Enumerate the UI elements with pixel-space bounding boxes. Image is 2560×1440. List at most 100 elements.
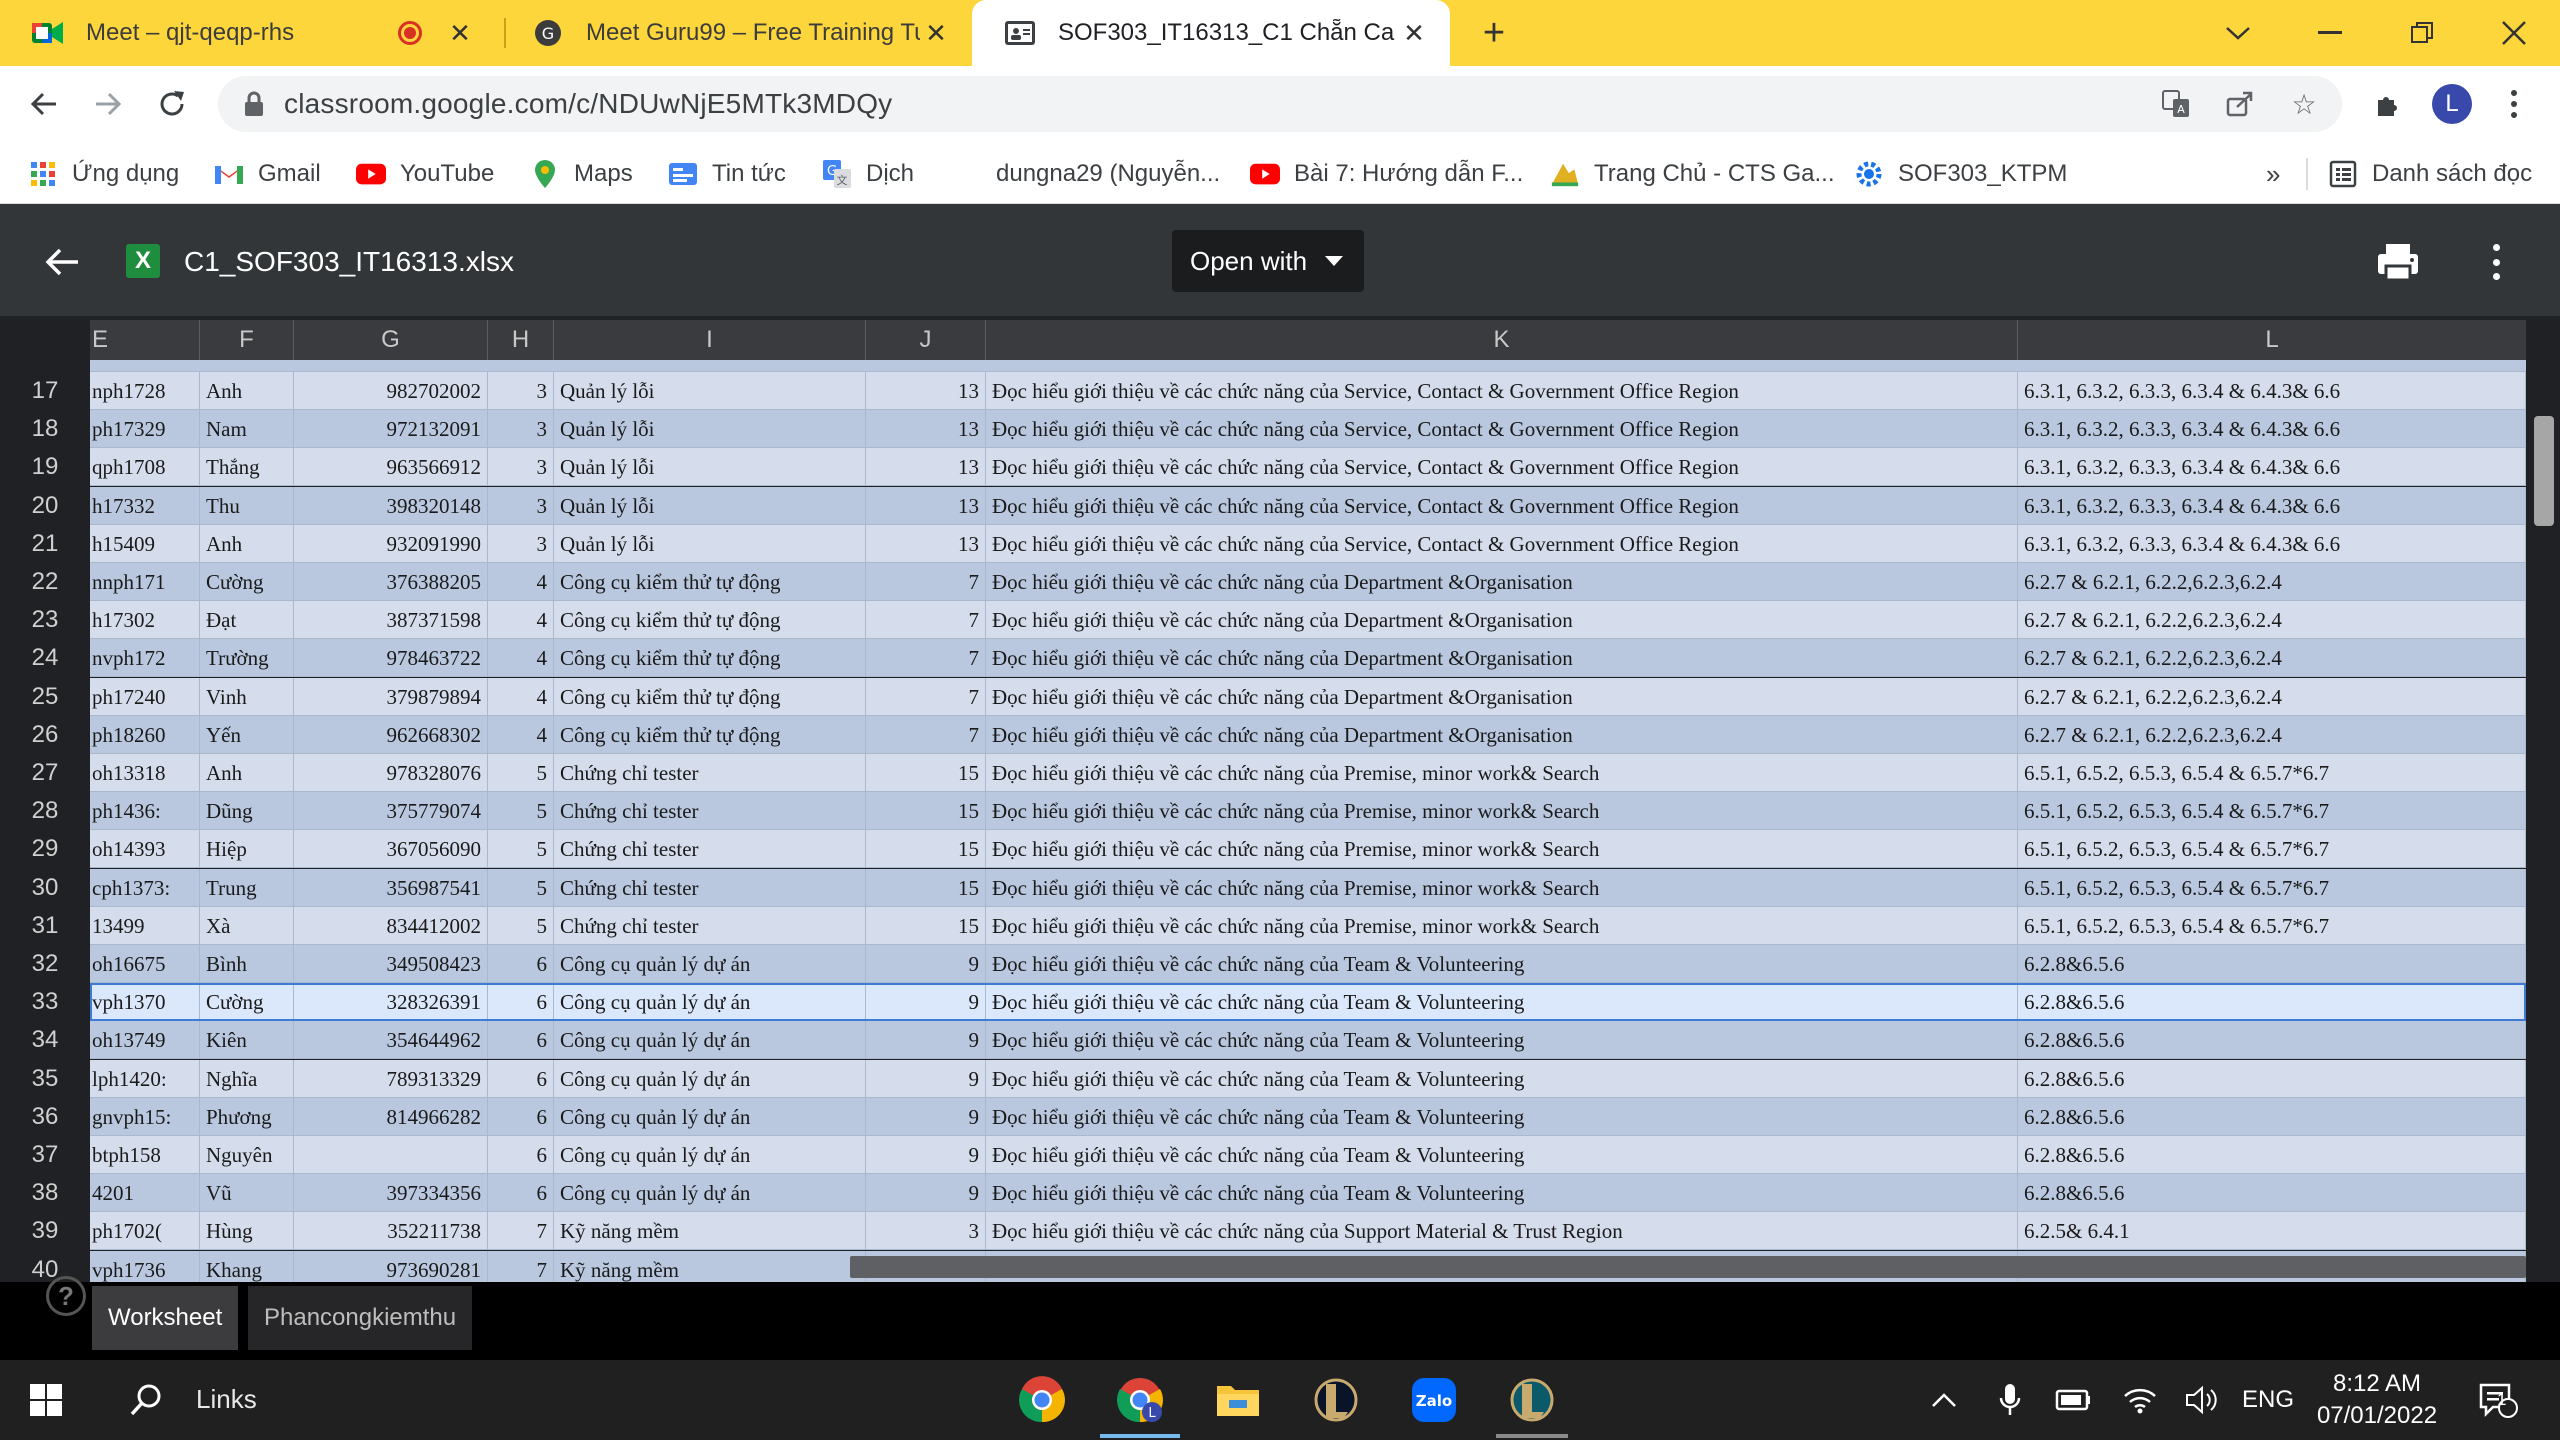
cell-j[interactable]: 3 — [866, 1212, 986, 1250]
bookmarks-overflow-button[interactable]: » — [2266, 154, 2280, 194]
cell-j[interactable]: 7 — [866, 715, 986, 753]
cell-l[interactable]: 6.2.7 & 6.2.1, 6.2.2,6.2.3,6.2.4 — [2018, 715, 2526, 753]
input-language[interactable]: ENG — [2240, 1380, 2296, 1420]
cell-l[interactable]: 6.2.8&6.5.6 — [2018, 1136, 2526, 1173]
cell-j[interactable]: 13 — [866, 486, 986, 524]
cell-i[interactable]: Công cụ quản lý dự án — [554, 1136, 866, 1173]
cell-g[interactable]: 375779074 — [294, 792, 488, 830]
cell-k[interactable]: Đọc hiểu giới thiệu về các chức năng của… — [986, 639, 2018, 677]
cell-i[interactable]: Công cụ kiểm thử tự động — [554, 563, 866, 600]
column-header-i[interactable]: I — [554, 320, 866, 360]
row-number[interactable]: 33 — [0, 983, 90, 1021]
cell-i[interactable]: Công cụ quản lý dự án — [554, 1097, 866, 1135]
cell-k[interactable]: Đọc hiểu giới thiệu về các chức năng của… — [986, 372, 2018, 409]
cell-g[interactable]: 834412002 — [294, 906, 488, 944]
cell-j[interactable]: 15 — [866, 754, 986, 791]
cell-f[interactable]: Hùng — [200, 1212, 294, 1250]
cell-i[interactable]: Công cụ kiểm thử tự động — [554, 601, 866, 639]
row-number[interactable]: 30 — [0, 869, 90, 907]
cell-e[interactable]: nvph172 — [90, 639, 200, 677]
help-icon[interactable]: ? — [46, 1276, 86, 1316]
cell-f[interactable]: Thu — [200, 486, 294, 524]
cell-h[interactable]: 7 — [488, 1250, 554, 1282]
cell-j[interactable]: 7 — [866, 563, 986, 600]
column-header-k[interactable]: K — [986, 320, 2018, 360]
sheet-tab-worksheet[interactable]: Worksheet — [92, 1286, 239, 1350]
cell-i[interactable]: Công cụ quản lý dự án — [554, 1174, 866, 1212]
bookmark-sof303[interactable]: SOF303_KTPM — [1854, 154, 2067, 194]
row-number[interactable]: 32 — [0, 945, 90, 983]
cell-e[interactable]: h17332 — [90, 486, 200, 524]
cell-i[interactable]: Công cụ quản lý dự án — [554, 1059, 866, 1097]
cell-i[interactable]: Công cụ kiểm thử tự động — [554, 639, 866, 677]
cell-j[interactable]: 9 — [866, 1021, 986, 1059]
reading-list-button[interactable]: Danh sách đọc — [2328, 154, 2532, 194]
cell-h[interactable]: 4 — [488, 715, 554, 753]
column-header-f[interactable]: F — [200, 320, 294, 360]
cell-g[interactable]: 354644962 — [294, 1021, 488, 1059]
tab-guru99[interactable]: G Meet Guru99 – Free Training Tuto ✕ — [500, 0, 972, 66]
volume-icon[interactable] — [2180, 1380, 2224, 1420]
bookmark-apps[interactable]: Ứng dụng — [28, 154, 179, 194]
cell-g[interactable]: 973690281 — [294, 1250, 488, 1282]
cell-h[interactable]: 7 — [488, 1212, 554, 1250]
cell-l[interactable]: 6.2.8&6.5.6 — [2018, 1174, 2526, 1212]
table-row[interactable]: lph1420: Nghĩa 789313329 6 Công cụ quản lý d… — [90, 1059, 2526, 1098]
cell-l[interactable]: 6.3.1, 6.3.2, 6.3.3, 6.3.4 & 6.4.3& 6.6 — [2018, 486, 2526, 524]
cell-k[interactable]: Đọc hiểu giới thiệu về các chức năng của… — [986, 448, 2018, 486]
profile-avatar[interactable]: L — [2432, 84, 2472, 124]
cell-k[interactable]: Đọc hiểu giới thiệu về các chức năng của… — [986, 1136, 2018, 1173]
row-number[interactable]: 37 — [0, 1136, 90, 1174]
cell-f[interactable]: Hiệp — [200, 830, 294, 868]
cell-h[interactable]: 5 — [488, 792, 554, 830]
cell-h[interactable]: 6 — [488, 1021, 554, 1059]
row-number[interactable]: 24 — [0, 639, 90, 677]
row-number[interactable]: 17 — [0, 372, 90, 410]
row-number[interactable]: 22 — [0, 563, 90, 601]
row-number[interactable]: 27 — [0, 754, 90, 792]
bookmark-gmail[interactable]: Gmail — [214, 154, 321, 194]
cell-f[interactable]: Anh — [200, 524, 294, 562]
row-number[interactable]: 28 — [0, 792, 90, 830]
cell-h[interactable]: 4 — [488, 639, 554, 677]
cell-j[interactable]: 13 — [866, 372, 986, 409]
restore-icon[interactable] — [2392, 8, 2452, 58]
cell-k[interactable]: Đọc hiểu giới thiệu về các chức năng của… — [986, 486, 2018, 524]
cell-e[interactable]: h17302 — [90, 601, 200, 639]
taskbar-search-label[interactable]: Links — [196, 1384, 257, 1415]
cell-e[interactable]: ph18260 — [90, 715, 200, 753]
cell-h[interactable]: 6 — [488, 1136, 554, 1173]
table-row[interactable]: 4201 Vũ 397334356 6 Công cụ quản lý dự án 9 Đọ… — [90, 1174, 2526, 1213]
tab-search-icon[interactable] — [2208, 8, 2268, 58]
cell-h[interactable]: 3 — [488, 524, 554, 562]
cell-k[interactable]: Đọc hiểu giới thiệu về các chức năng của… — [986, 677, 2018, 715]
cell-l[interactable]: 6.5.1, 6.5.2, 6.5.3, 6.5.4 & 6.5.7*6.7 — [2018, 868, 2526, 906]
cell-e[interactable]: nnph171 — [90, 563, 200, 600]
column-header-l[interactable]: L — [2018, 320, 2526, 360]
cell-f[interactable]: Trung — [200, 868, 294, 906]
cell-k[interactable]: Đọc hiểu giới thiệu về các chức năng của… — [986, 868, 2018, 906]
row-number[interactable]: 18 — [0, 410, 90, 448]
cell-l[interactable]: 6.2.8&6.5.6 — [2018, 945, 2526, 982]
cell-e[interactable]: oh16675 — [90, 945, 200, 982]
tab-classroom[interactable]: SOF303_IT16313_C1 Chẵn Ca 1 ✕ — [972, 0, 1450, 66]
back-button[interactable] — [20, 80, 68, 128]
cell-g[interactable]: 328326391 — [294, 983, 488, 1021]
cell-f[interactable]: Thắng — [200, 448, 294, 486]
cell-l[interactable]: 6.3.1, 6.3.2, 6.3.3, 6.3.4 & 6.4.3& 6.6 — [2018, 410, 2526, 448]
minimize-icon[interactable] — [2300, 8, 2360, 58]
cell-g[interactable]: 398320148 — [294, 486, 488, 524]
cell-i[interactable]: Chứng chỉ tester — [554, 906, 866, 944]
cell-i[interactable]: Chứng chỉ tester — [554, 868, 866, 906]
cell-e[interactable]: 4201 — [90, 1174, 200, 1212]
cell-g[interactable]: 789313329 — [294, 1059, 488, 1097]
horizontal-scrollbar[interactable] — [850, 1256, 2526, 1278]
cell-h[interactable]: 3 — [488, 410, 554, 448]
cell-f[interactable]: Cường — [200, 983, 294, 1021]
cell-k[interactable]: Đọc hiểu giới thiệu về các chức năng của… — [986, 1021, 2018, 1059]
cell-i[interactable]: Quản lý lỗi — [554, 448, 866, 486]
cell-e[interactable]: qph1708 — [90, 448, 200, 486]
cell-e[interactable]: oh14393 — [90, 830, 200, 868]
cell-j[interactable]: 15 — [866, 792, 986, 830]
row-number[interactable]: 40 — [0, 1251, 90, 1282]
